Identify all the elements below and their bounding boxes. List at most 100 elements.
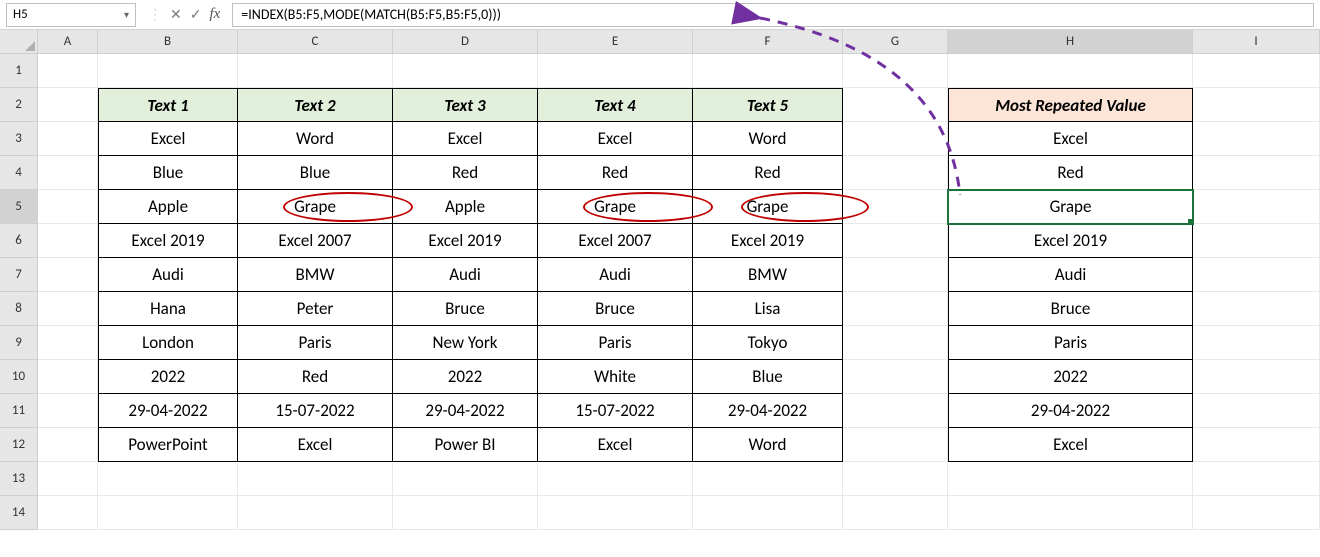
row-header-9[interactable]: 9: [0, 326, 38, 360]
cell-d4[interactable]: Red: [393, 156, 538, 190]
cell-i5[interactable]: [1193, 190, 1320, 224]
cell-d13[interactable]: [393, 462, 538, 496]
formula-input[interactable]: =INDEX(B5:F5,MODE(MATCH(B5:F5,B5:F5,0))): [232, 3, 1314, 27]
cell-b5[interactable]: Apple: [98, 190, 238, 224]
cancel-icon[interactable]: ✕: [170, 6, 182, 23]
cell-e9[interactable]: Paris: [538, 326, 693, 360]
cell-b9[interactable]: London: [98, 326, 238, 360]
cell-d3[interactable]: Excel: [393, 122, 538, 156]
row-header-8[interactable]: 8: [0, 292, 38, 326]
cell-f11[interactable]: 29-04-2022: [693, 394, 843, 428]
cell-g7[interactable]: [843, 258, 948, 292]
cell-a11[interactable]: [38, 394, 98, 428]
cell-h3[interactable]: Excel: [948, 122, 1193, 156]
cell-i13[interactable]: [1193, 462, 1320, 496]
cell-i1[interactable]: [1193, 54, 1320, 88]
col-header-c[interactable]: C: [238, 30, 393, 54]
cell-h10[interactable]: 2022: [948, 360, 1193, 394]
cell-f1[interactable]: [693, 54, 843, 88]
cell-f5[interactable]: Grape: [693, 190, 843, 224]
cell-d1[interactable]: [393, 54, 538, 88]
cell-g12[interactable]: [843, 428, 948, 462]
cell-f10[interactable]: Blue: [693, 360, 843, 394]
cell-h7[interactable]: Audi: [948, 258, 1193, 292]
cell-c10[interactable]: Red: [238, 360, 393, 394]
cell-b11[interactable]: 29-04-2022: [98, 394, 238, 428]
cell-g3[interactable]: [843, 122, 948, 156]
cell-a14[interactable]: [38, 496, 98, 530]
cell-g2[interactable]: [843, 88, 948, 122]
cell-h14[interactable]: [948, 496, 1193, 530]
cell-f6[interactable]: Excel 2019: [693, 224, 843, 258]
cell-i2[interactable]: [1193, 88, 1320, 122]
cell-c8[interactable]: Peter: [238, 292, 393, 326]
col-header-g[interactable]: G: [843, 30, 948, 54]
cell-a5[interactable]: [38, 190, 98, 224]
cell-a7[interactable]: [38, 258, 98, 292]
cell-b6[interactable]: Excel 2019: [98, 224, 238, 258]
cell-b8[interactable]: Hana: [98, 292, 238, 326]
header-text5[interactable]: Text 5: [693, 88, 843, 122]
cell-g1[interactable]: [843, 54, 948, 88]
cell-i3[interactable]: [1193, 122, 1320, 156]
cell-e6[interactable]: Excel 2007: [538, 224, 693, 258]
cell-i8[interactable]: [1193, 292, 1320, 326]
cell-d14[interactable]: [393, 496, 538, 530]
cell-a9[interactable]: [38, 326, 98, 360]
cell-h4[interactable]: Red: [948, 156, 1193, 190]
cell-a10[interactable]: [38, 360, 98, 394]
cell-c14[interactable]: [238, 496, 393, 530]
cell-a12[interactable]: [38, 428, 98, 462]
cell-e1[interactable]: [538, 54, 693, 88]
cell-b12[interactable]: PowerPoint: [98, 428, 238, 462]
cell-d9[interactable]: New York: [393, 326, 538, 360]
cell-g13[interactable]: [843, 462, 948, 496]
row-header-4[interactable]: 4: [0, 156, 38, 190]
cell-a13[interactable]: [38, 462, 98, 496]
cell-g11[interactable]: [843, 394, 948, 428]
cell-h13[interactable]: [948, 462, 1193, 496]
cell-d8[interactable]: Bruce: [393, 292, 538, 326]
cell-c4[interactable]: Blue: [238, 156, 393, 190]
cell-i7[interactable]: [1193, 258, 1320, 292]
col-header-b[interactable]: B: [98, 30, 238, 54]
select-all-corner[interactable]: [0, 30, 38, 54]
cell-a6[interactable]: [38, 224, 98, 258]
cell-b4[interactable]: Blue: [98, 156, 238, 190]
cell-c6[interactable]: Excel 2007: [238, 224, 393, 258]
col-header-d[interactable]: D: [393, 30, 538, 54]
cell-b3[interactable]: Excel: [98, 122, 238, 156]
cell-f12[interactable]: Word: [693, 428, 843, 462]
cell-b1[interactable]: [98, 54, 238, 88]
cell-e10[interactable]: White: [538, 360, 693, 394]
chevron-down-icon[interactable]: ▾: [124, 8, 129, 21]
cell-i12[interactable]: [1193, 428, 1320, 462]
cell-e5[interactable]: Grape: [538, 190, 693, 224]
cell-b14[interactable]: [98, 496, 238, 530]
cell-c1[interactable]: [238, 54, 393, 88]
row-header-7[interactable]: 7: [0, 258, 38, 292]
cell-d5[interactable]: Apple: [393, 190, 538, 224]
header-text1[interactable]: Text 1: [98, 88, 238, 122]
cell-g14[interactable]: [843, 496, 948, 530]
cell-c7[interactable]: BMW: [238, 258, 393, 292]
col-header-f[interactable]: F: [693, 30, 843, 54]
cell-e3[interactable]: Excel: [538, 122, 693, 156]
cell-g6[interactable]: [843, 224, 948, 258]
cell-c12[interactable]: Excel: [238, 428, 393, 462]
row-header-6[interactable]: 6: [0, 224, 38, 258]
header-text4[interactable]: Text 4: [538, 88, 693, 122]
col-header-i[interactable]: I: [1193, 30, 1320, 54]
cell-d10[interactable]: 2022: [393, 360, 538, 394]
cell-d12[interactable]: Power BI: [393, 428, 538, 462]
cell-g5[interactable]: [843, 190, 948, 224]
cell-a2[interactable]: [38, 88, 98, 122]
cell-f3[interactable]: Word: [693, 122, 843, 156]
cell-d6[interactable]: Excel 2019: [393, 224, 538, 258]
cell-g8[interactable]: [843, 292, 948, 326]
col-header-e[interactable]: E: [538, 30, 693, 54]
cell-h5[interactable]: Grape: [948, 190, 1193, 224]
row-header-11[interactable]: 11: [0, 394, 38, 428]
cell-h1[interactable]: [948, 54, 1193, 88]
cell-h6[interactable]: Excel 2019: [948, 224, 1193, 258]
